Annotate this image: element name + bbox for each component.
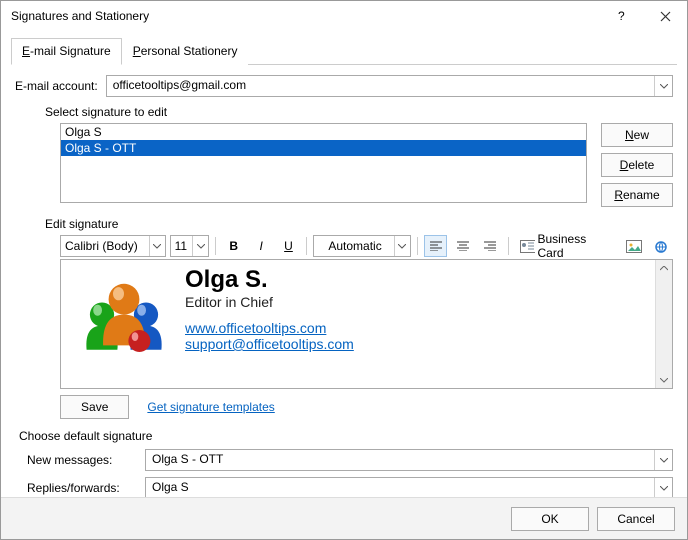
list-item[interactable]: Olga S [61, 124, 586, 140]
get-templates-link[interactable]: Get signature templates [147, 400, 274, 414]
underline-icon: U [284, 239, 293, 253]
signature-list[interactable]: Olga S Olga S - OTT [60, 123, 587, 203]
italic-icon: I [259, 239, 262, 253]
italic-button[interactable]: I [249, 235, 272, 257]
editor-scrollbar[interactable] [655, 260, 672, 388]
defaults-label: Choose default signature [19, 429, 673, 443]
align-left-button[interactable] [424, 235, 447, 257]
dialog-body: E-mail account: officetooltips@gmail.com… [1, 65, 687, 499]
ok-button[interactable]: OK [511, 507, 589, 531]
insert-picture-button[interactable] [622, 235, 645, 257]
insert-hyperlink-button[interactable] [650, 235, 673, 257]
help-button[interactable]: ? [599, 1, 643, 31]
chevron-down-icon [394, 236, 410, 256]
underline-button[interactable]: U [277, 235, 300, 257]
email-account-select[interactable]: officetooltips@gmail.com [106, 75, 673, 97]
font-color-select[interactable]: Automatic [313, 235, 411, 257]
close-icon [660, 11, 671, 22]
cancel-button[interactable]: Cancel [597, 507, 675, 531]
font-size-select[interactable]: 11 [170, 235, 210, 257]
align-center-icon [457, 241, 469, 251]
signature-editor[interactable]: Olga S. Editor in Chief www.officetoolti… [60, 259, 673, 389]
dialog-window: Signatures and Stationery ? E-mail Signa… [0, 0, 688, 540]
replies-forwards-select[interactable]: Olga S [145, 477, 673, 499]
sig-name: Olga S. [185, 266, 354, 294]
tab-personal-stationery[interactable]: Personal Stationery [122, 38, 249, 65]
chevron-down-icon [149, 236, 165, 256]
list-item[interactable]: Olga S - OTT [61, 140, 586, 156]
align-right-icon [484, 241, 496, 251]
select-signature-label: Select signature to edit [45, 105, 673, 119]
save-button[interactable]: Save [60, 395, 129, 419]
sig-email-link[interactable]: support@officetooltips.com [185, 336, 354, 352]
help-icon: ? [614, 9, 628, 23]
chevron-down-icon[interactable] [654, 450, 672, 470]
replies-forwards-label: Replies/forwards: [27, 481, 137, 495]
editor-toolbar: Calibri (Body) 11 B I U Automatic Busine… [60, 235, 673, 257]
edit-signature-label: Edit signature [45, 217, 673, 231]
new-button[interactable]: New [601, 123, 673, 147]
dialog-footer: OK Cancel [1, 497, 687, 539]
avatar-icon [69, 264, 179, 374]
picture-icon [626, 240, 642, 253]
business-card-icon [520, 240, 536, 253]
chevron-down-icon [192, 236, 208, 256]
scroll-up-icon[interactable] [656, 260, 672, 276]
new-messages-label: New messages: [27, 453, 137, 467]
align-right-button[interactable] [479, 235, 502, 257]
bold-button[interactable]: B [222, 235, 245, 257]
link-icon [653, 239, 669, 253]
chevron-down-icon[interactable] [654, 76, 672, 96]
align-left-icon [430, 241, 442, 251]
font-family-select[interactable]: Calibri (Body) [60, 235, 166, 257]
sig-role: Editor in Chief [185, 294, 354, 310]
svg-text:?: ? [618, 9, 625, 23]
align-center-button[interactable] [451, 235, 474, 257]
sig-url-link[interactable]: www.officetooltips.com [185, 320, 354, 336]
email-account-label: E-mail account: [15, 79, 98, 93]
chevron-down-icon[interactable] [654, 478, 672, 498]
tab-email-signature[interactable]: E-mail Signature [11, 38, 122, 65]
window-title: Signatures and Stationery [11, 9, 599, 23]
scroll-down-icon[interactable] [656, 372, 672, 388]
tab-bar: E-mail Signature Personal Stationery [11, 37, 677, 65]
bold-icon: B [229, 239, 238, 253]
business-card-button[interactable]: Business Card [515, 235, 618, 257]
delete-button[interactable]: Delete [601, 153, 673, 177]
new-messages-select[interactable]: Olga S - OTT [145, 449, 673, 471]
close-button[interactable] [643, 1, 687, 31]
titlebar: Signatures and Stationery ? [1, 1, 687, 31]
rename-button[interactable]: Rename [601, 183, 673, 207]
